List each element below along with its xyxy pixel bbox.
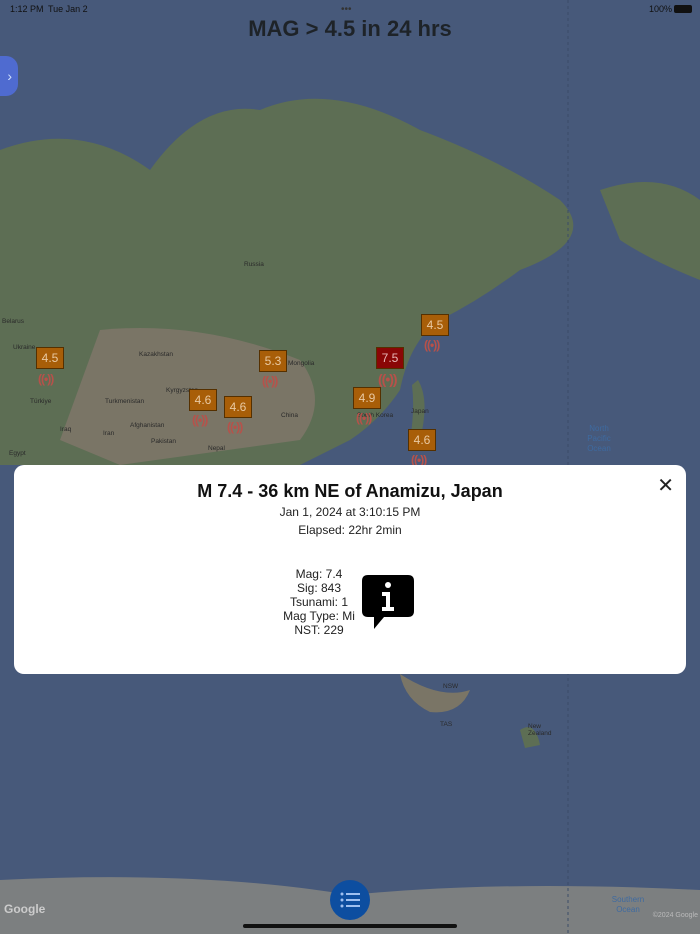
map-label: China: [281, 412, 298, 419]
google-logo: Google: [4, 902, 46, 916]
seismic-wave-icon: ((•)): [262, 374, 278, 388]
battery-level: 100%: [648, 4, 672, 14]
quake-marker[interactable]: 4.6: [224, 396, 252, 418]
list-button[interactable]: [330, 880, 370, 920]
stat-mag: Mag: 7.4: [295, 567, 343, 581]
seismic-wave-icon: ((•)): [356, 411, 372, 425]
quake-marker[interactable]: 4.6: [189, 389, 217, 411]
map-copyright[interactable]: ©2024 Google: [653, 912, 698, 919]
multitask-dots-icon[interactable]: •••: [341, 4, 352, 15]
map-label: Belarus: [2, 318, 25, 325]
home-indicator[interactable]: [243, 924, 457, 928]
map-label: Iraq: [60, 426, 72, 433]
stat-nst: NST: 229: [294, 623, 344, 637]
seismic-wave-icon: ((•)): [378, 371, 398, 387]
seismic-wave-icon: ((•)): [192, 413, 208, 427]
map-label: Egypt: [9, 450, 26, 457]
map-label: Nepal: [208, 445, 225, 452]
stat-mag-type: Mag Type: Mi: [283, 609, 355, 623]
map-label: TAS: [440, 721, 453, 728]
map-label: Russia: [244, 261, 264, 268]
chevron-right-icon: ›: [7, 68, 12, 84]
quake-marker[interactable]: 5.3: [259, 350, 287, 372]
quake-detail-popup: M 7.4 - 36 km NE of Anamizu, Japan Jan 1…: [14, 465, 686, 674]
list-icon: [340, 892, 360, 908]
quake-marker[interactable]: 4.9: [353, 387, 381, 409]
battery-icon: [674, 5, 692, 13]
map-label: Türkiye: [30, 398, 52, 405]
sidebar-toggle-button[interactable]: ›: [0, 56, 18, 96]
quake-marker[interactable]: 4.5: [421, 314, 449, 336]
map-label: Kazakhstan: [139, 351, 173, 358]
quake-stats: Mag: 7.4 Sig: 843 Tsunami: 1 Mag Type: M…: [274, 567, 364, 637]
quake-marker-selected[interactable]: 7.5: [376, 347, 404, 369]
seismic-wave-icon: ((•)): [227, 420, 243, 434]
stat-tsunami: Tsunami: 1: [289, 595, 349, 609]
map-label: Southern Ocean: [611, 895, 645, 914]
map-label: Mongolia: [288, 360, 315, 367]
map-label: Ukraine: [13, 344, 36, 351]
map-label: NSW: [443, 683, 459, 690]
info-bubble-icon[interactable]: [360, 573, 416, 631]
status-date: Tue Jan 2: [48, 4, 88, 14]
quake-elapsed: Elapsed: 22hr 2min: [298, 523, 402, 537]
seismic-wave-icon: ((•)): [38, 372, 54, 386]
quake-date: Jan 1, 2024 at 3:10:15 PM: [279, 505, 421, 519]
map-label: Afghanistan: [130, 422, 165, 429]
map-label: Pakistan: [151, 438, 176, 445]
page-title: MAG > 4.5 in 24 hrs: [248, 16, 452, 41]
quake-marker[interactable]: 4.5: [36, 347, 64, 369]
map-label: New Zealand: [528, 723, 552, 737]
map-label: Japan: [411, 408, 429, 415]
seismic-wave-icon: ((•)): [424, 338, 440, 352]
map-label: Iran: [103, 430, 115, 437]
quake-marker[interactable]: 4.6: [408, 429, 436, 451]
map-label: North Pacific Ocean: [587, 424, 611, 453]
status-time: 1:12 PM: [10, 4, 44, 14]
map-label: Turkmenistan: [105, 398, 145, 405]
quake-title: M 7.4 - 36 km NE of Anamizu, Japan: [197, 481, 503, 501]
stat-sig: Sig: 843: [296, 581, 342, 595]
close-icon[interactable]: ✕: [657, 473, 674, 498]
